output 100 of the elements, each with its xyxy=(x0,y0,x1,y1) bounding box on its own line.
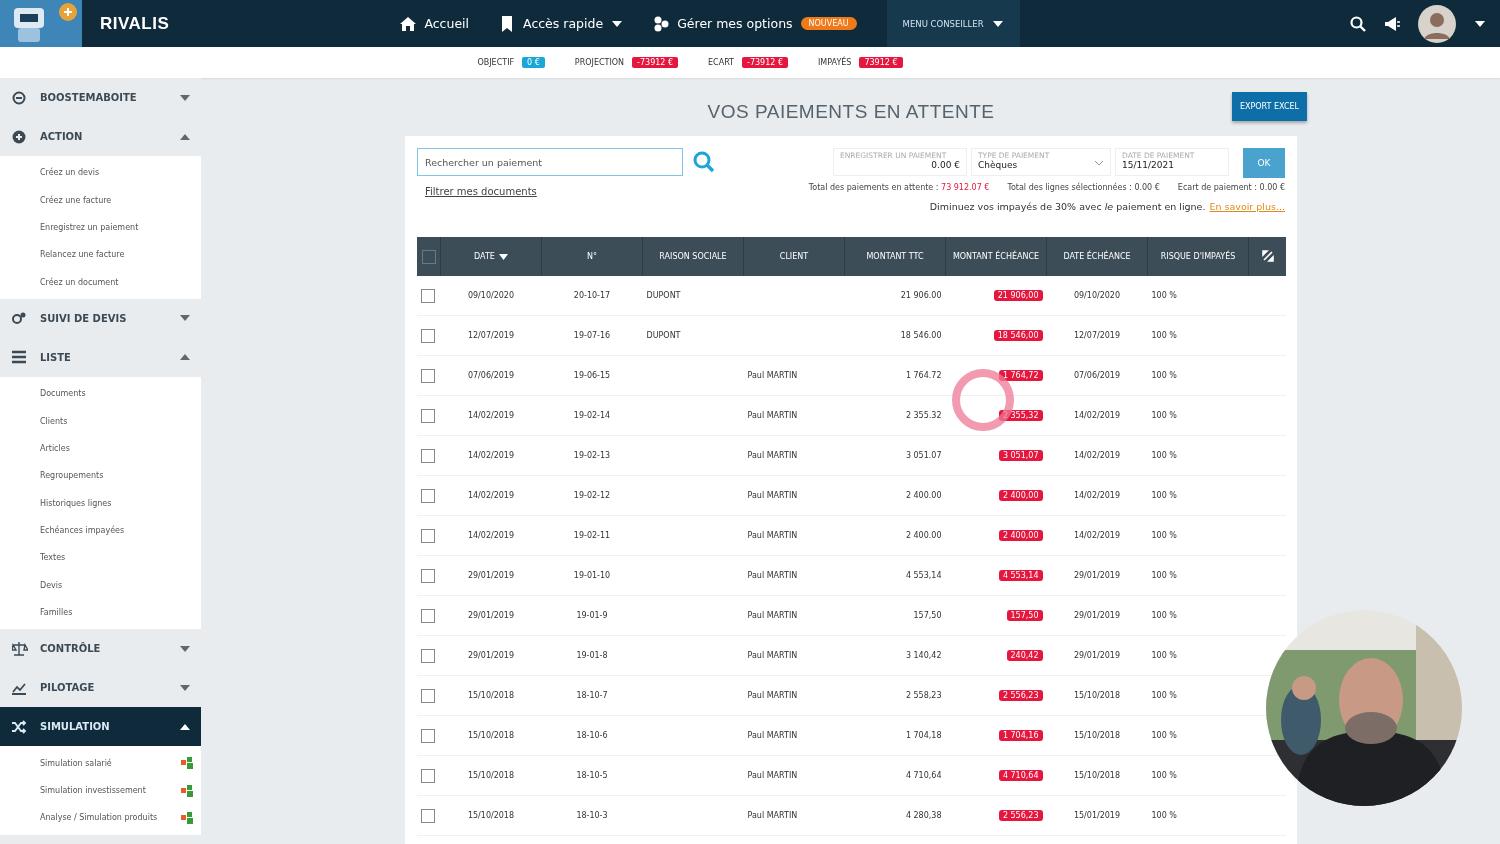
amount-badge: 18 546,00 xyxy=(993,330,1043,341)
table-cell: Paul MARTIN xyxy=(747,531,798,540)
sidebar-section[interactable]: SIMULATION xyxy=(0,707,201,747)
sidebar-item[interactable]: Relancez une facture xyxy=(0,241,201,269)
checkbox[interactable] xyxy=(421,328,435,343)
column-header[interactable]: N° xyxy=(587,252,597,261)
column-header[interactable]: RISQUE D'IMPAYÉS xyxy=(1160,252,1236,261)
table-cell: 100 % xyxy=(1151,571,1177,580)
table-cell: 19-01-10 xyxy=(573,571,611,580)
column-header[interactable]: RAISON SOCIALE xyxy=(659,252,727,261)
amount-badge: 2 556,23 xyxy=(998,810,1043,821)
sidebar-section[interactable]: ACTION xyxy=(0,117,201,156)
table-cell: 100 % xyxy=(1151,811,1177,820)
table-cell: 15/01/2019 xyxy=(1073,811,1121,820)
sidebar-item[interactable]: Créez une facture xyxy=(0,186,201,214)
sidebar-item[interactable]: Simulation investissement xyxy=(0,776,201,805)
stat-label: IMPAYÉS xyxy=(818,58,852,67)
checkbox[interactable] xyxy=(421,408,435,423)
sidebar-section[interactable]: BOOSTEMABOITE xyxy=(0,78,201,117)
checkbox[interactable] xyxy=(421,368,435,383)
table-cell: 15/10/2018 xyxy=(1073,731,1121,740)
sidebar-item[interactable]: Documents xyxy=(0,379,201,408)
column-header[interactable]: DATE ÉCHÉANCE xyxy=(1063,252,1131,261)
sidebar-section[interactable]: SUIVI DE DEVIS xyxy=(0,298,201,338)
home-icon xyxy=(400,15,417,32)
checkbox[interactable] xyxy=(421,288,435,303)
table-cell: 4 280,38 xyxy=(905,811,942,820)
table-cell: 100 % xyxy=(1151,331,1177,340)
sidebar-item[interactable]: Créez un document xyxy=(0,268,201,296)
checkbox[interactable] xyxy=(421,568,435,583)
checkbox[interactable] xyxy=(421,608,435,623)
table-cell: Paul MARTIN xyxy=(747,651,798,660)
table-cell: 2 558,23 xyxy=(905,691,942,700)
checkbox[interactable] xyxy=(421,648,435,663)
menu-tab[interactable]: MENU CONSEILLER xyxy=(886,0,1020,47)
table-cell: 14/02/2019 xyxy=(467,531,515,540)
sidebar-item[interactable]: Textes xyxy=(0,544,201,572)
export-button[interactable]: EXPORT EXCEL xyxy=(1231,92,1307,121)
table-cell: 15/10/2018 xyxy=(467,731,515,740)
table-cell: 19-02-11 xyxy=(573,531,611,540)
search-field[interactable]: Rechercher un paiement xyxy=(417,148,683,176)
sidebar-item[interactable]: Simulation salarié xyxy=(0,749,201,777)
chevron-icon xyxy=(1094,159,1104,167)
sidebar-item[interactable]: Devis xyxy=(0,571,201,600)
sidebar-section[interactable]: LISTE xyxy=(0,337,201,377)
amount-badge: 240,42 xyxy=(1006,650,1043,661)
checkbox[interactable] xyxy=(421,249,436,264)
table-cell: 100 % xyxy=(1151,451,1177,460)
sidebar-item[interactable]: Articles xyxy=(0,434,201,463)
amount-badge: 21 906,00 xyxy=(993,290,1043,301)
table-cell: 1 704,18 xyxy=(905,731,942,740)
table-cell: 14/02/2019 xyxy=(1073,491,1121,500)
column-header[interactable]: MONTANT ÉCHÉANCE xyxy=(952,252,1040,261)
amount-badge: 157,50 xyxy=(1006,610,1043,621)
column-header[interactable]: DATE xyxy=(474,252,508,261)
column-header[interactable]: CLIENT xyxy=(779,252,809,261)
amount-badge: 4 710,64 xyxy=(998,770,1043,781)
sidebar-item[interactable]: Clients xyxy=(0,407,201,435)
table-cell: 20-10-17 xyxy=(573,291,611,300)
sidebar-section[interactable]: CONTRÔLE xyxy=(0,629,201,669)
table-cell: 09/10/2020 xyxy=(1073,291,1121,300)
sidebar-section[interactable]: PILOTAGE xyxy=(0,668,201,708)
nav-link[interactable]: Accès rapide xyxy=(499,15,624,32)
table-cell: 18-10-5 xyxy=(576,771,608,780)
checkbox[interactable] xyxy=(421,448,435,463)
table-cell: Paul MARTIN xyxy=(747,411,798,420)
nav-link[interactable]: Accueil xyxy=(400,15,470,32)
table-cell: 100 % xyxy=(1151,771,1177,780)
checkbox[interactable] xyxy=(421,728,435,743)
table-cell: 100 % xyxy=(1151,291,1177,300)
table-cell: 29/01/2019 xyxy=(1073,611,1121,620)
sidebar-item[interactable]: Créez un devis xyxy=(0,159,201,187)
table-cell: 14/02/2019 xyxy=(467,411,515,420)
table-cell: 4 710,64 xyxy=(905,771,942,780)
sidebar-item[interactable]: Enregistrez un paiement xyxy=(0,213,201,242)
filter-link[interactable]: Filtrer mes documents xyxy=(425,186,715,197)
sidebar-item[interactable]: Echéances impayées xyxy=(0,516,201,545)
checkbox[interactable] xyxy=(421,688,435,703)
table-cell: Paul MARTIN xyxy=(747,811,798,820)
table-cell: 2 400.00 xyxy=(905,531,942,540)
sidebar-item[interactable]: Historiques lignes xyxy=(0,489,201,517)
caret-icon xyxy=(179,643,191,654)
checkbox[interactable] xyxy=(421,768,435,783)
checkbox[interactable] xyxy=(421,528,435,543)
checkbox[interactable] xyxy=(421,488,435,503)
table-cell: 14/02/2019 xyxy=(467,491,515,500)
table-cell: 19-01-9 xyxy=(576,611,608,620)
caret-icon xyxy=(1474,18,1486,29)
new-badge: NOUVEAU xyxy=(800,17,857,30)
sidebar-item[interactable]: Analyse / Simulation produits xyxy=(0,804,201,832)
checkbox[interactable] xyxy=(421,808,435,823)
column-header[interactable]: MONTANT TTC xyxy=(866,252,924,261)
sidebar-item[interactable]: Familles xyxy=(0,599,201,627)
sidebar-item[interactable]: Regroupements xyxy=(0,462,201,490)
table-cell: Paul MARTIN xyxy=(747,611,798,620)
nav-link[interactable]: Gérer mes options NOUVEAU xyxy=(653,15,857,32)
table-cell: 29/01/2019 xyxy=(1073,651,1121,660)
table-cell: 15/10/2018 xyxy=(1073,771,1121,780)
table-cell: 07/06/2019 xyxy=(1073,371,1121,380)
table-cell: 100 % xyxy=(1151,731,1177,740)
